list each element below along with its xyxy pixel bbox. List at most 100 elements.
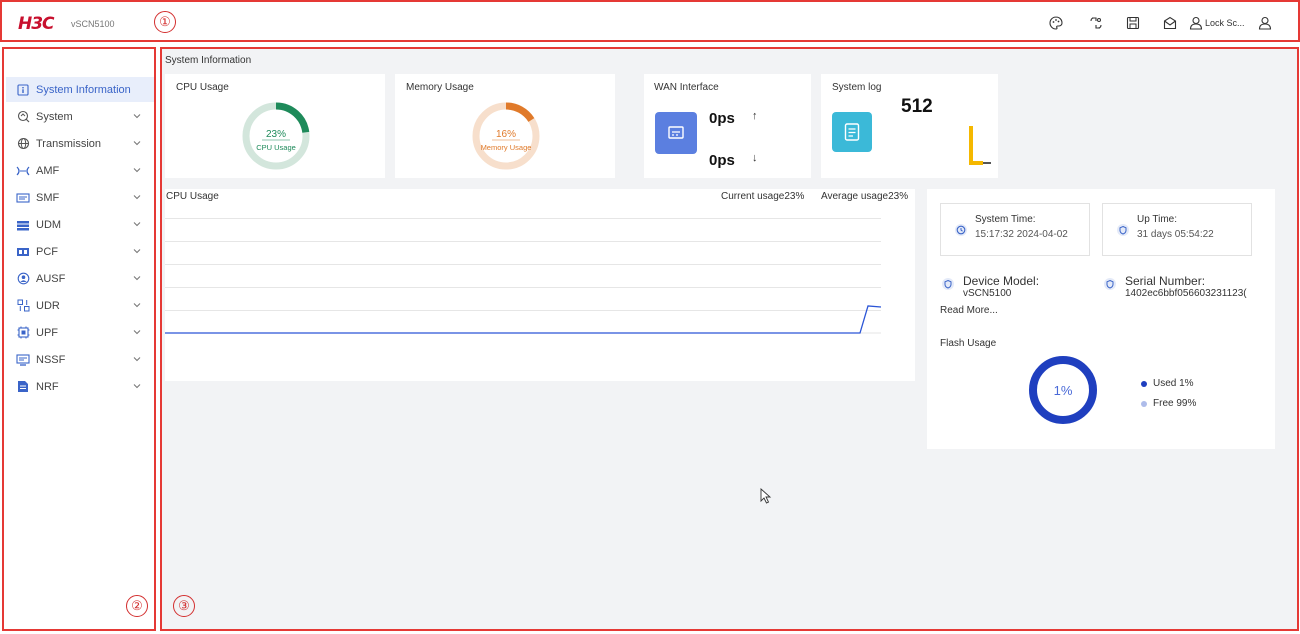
cpu-usage-line [165,305,882,334]
palette-icon[interactable] [1048,15,1064,31]
shield-icon [1117,224,1129,236]
wan-down-rate: 0ps [709,152,735,169]
chevron-down-icon [133,168,141,173]
system-time-box: System Time: 15:17:32 2024-04-02 [940,203,1090,256]
card-title: WAN Interface [654,82,719,93]
nssf-icon [16,353,30,367]
system-time-label: System Time: [975,214,1036,225]
info-icon [16,83,30,97]
region-marker-2: ② [126,595,148,617]
cpu-usage-chart: CPU Usage Current usage23% Average usage… [165,189,915,381]
chevron-down-icon [133,141,141,146]
chevron-down-icon [133,195,141,200]
chevron-down-icon [133,303,141,308]
upf-icon [16,326,30,340]
system-log-card[interactable]: System log 512 [821,74,998,178]
memory-gauge: 16% Memory Usage [472,102,540,170]
ausf-icon [16,272,30,286]
sidebar-item-label: SMF [36,191,60,204]
cpu-gauge-label: CPU Usage [256,143,296,152]
memory-usage-card: Memory Usage 16% Memory Usage [395,74,615,178]
sidebar-item-transmission[interactable]: Transmission [6,131,154,156]
save-icon[interactable] [1125,15,1141,31]
chevron-down-icon [133,222,141,227]
card-title: Memory Usage [406,82,474,93]
sidebar-item-system[interactable]: System [6,104,154,129]
cpu-usage-card: CPU Usage 23% CPU Usage [165,74,385,178]
up-time-label: Up Time: [1137,214,1178,225]
sidebar-item-label: AMF [36,164,60,177]
sidebar-item-system-information[interactable]: System Information [6,77,154,102]
chevron-down-icon [133,384,141,389]
sidebar-item-label: PCF [36,245,58,258]
used-legend-label: Used 1% [1153,378,1194,389]
sidebar-item-label: System Information [36,83,131,96]
log-icon [832,112,872,152]
mail-icon[interactable] [1162,15,1178,31]
udr-icon [16,299,30,313]
chevron-down-icon [133,114,141,119]
chevron-down-icon [133,330,141,335]
memory-gauge-value: 16% [496,129,516,140]
flash-donut: 1% [1029,356,1097,424]
sidebar-item-label: System [36,110,73,123]
serial-number-value: 1402ec6bbf056603231123( [1125,288,1247,299]
device-model-label: Device Model: [963,274,1040,288]
region-marker-1: ① [154,11,176,33]
free-legend-label: Free 99% [1153,398,1197,409]
free-legend-dot [1141,401,1147,407]
sidebar-item-amf[interactable]: AMF [6,158,154,183]
read-more-link[interactable]: Read More... [940,305,998,316]
wan-up-rate: 0ps [709,110,735,127]
sidebar-item-label: NSSF [36,353,66,366]
network-icon [655,112,697,154]
log-trend-graphic [969,126,991,165]
sidebar-item-udm[interactable]: UDM [6,212,154,237]
system-icon [16,110,30,124]
wan-interface-card[interactable]: WAN Interface 0ps ↑ 0ps ↓ [644,74,811,178]
system-log-count: 512 [901,96,933,117]
sidebar-item-nssf[interactable]: NSSF [6,347,154,372]
sidebar-item-smf[interactable]: SMF [6,185,154,210]
region-marker-3: ③ [173,595,195,617]
sidebar-item-pcf[interactable]: PCF [6,239,154,264]
sidebar: System Information System Transmission A… [2,47,156,631]
card-title: System log [832,82,882,93]
sidebar-item-label: UDR [36,299,60,312]
sidebar-item-upf[interactable]: UPF [6,320,154,345]
system-time-value: 15:17:32 2024-04-02 [975,229,1068,240]
flash-value: 1% [1054,383,1073,398]
chevron-down-icon [133,357,141,362]
up-time-box: Up Time: 31 days 05:54:22 [1102,203,1252,256]
arrow-down-icon: ↓ [752,152,758,164]
udm-icon [16,218,30,232]
sidebar-item-label: AUSF [36,272,66,285]
serial-number-label: Serial Number: [1125,274,1206,288]
sidebar-item-label: UDM [36,218,62,231]
sidebar-item-ausf[interactable]: AUSF [6,266,154,291]
chevron-down-icon [133,249,141,254]
user-icon[interactable] [1257,15,1273,31]
device-info-panel: System Time: 15:17:32 2024-04-02 Up Time… [927,189,1275,449]
nrf-icon [16,380,30,394]
product-name: vSCN5100 [71,19,115,29]
lock-screen-label[interactable]: Lock Sc... [1205,18,1245,28]
used-legend-dot [1141,381,1147,387]
clock-icon [955,224,967,236]
arrow-up-icon: ↑ [752,110,758,122]
bug-icon[interactable] [1088,15,1104,31]
chevron-down-icon [133,276,141,281]
lock-user-icon[interactable] [1188,15,1204,31]
card-title: CPU Usage [176,82,229,93]
top-header: H3C vSCN5100 ① Lock Sc... [0,0,1300,42]
h3c-logo: H3C [18,14,55,34]
sidebar-item-udr[interactable]: UDR [6,293,154,318]
pcf-icon [16,245,30,259]
cpu-gauge-value: 23% [266,129,286,140]
mouse-cursor-icon [760,488,772,504]
device-model-icon [942,278,954,290]
sidebar-item-nrf[interactable]: NRF [6,374,154,399]
amf-icon [16,164,30,178]
cpu-gauge: 23% CPU Usage [242,102,310,170]
transmission-icon [16,137,30,151]
